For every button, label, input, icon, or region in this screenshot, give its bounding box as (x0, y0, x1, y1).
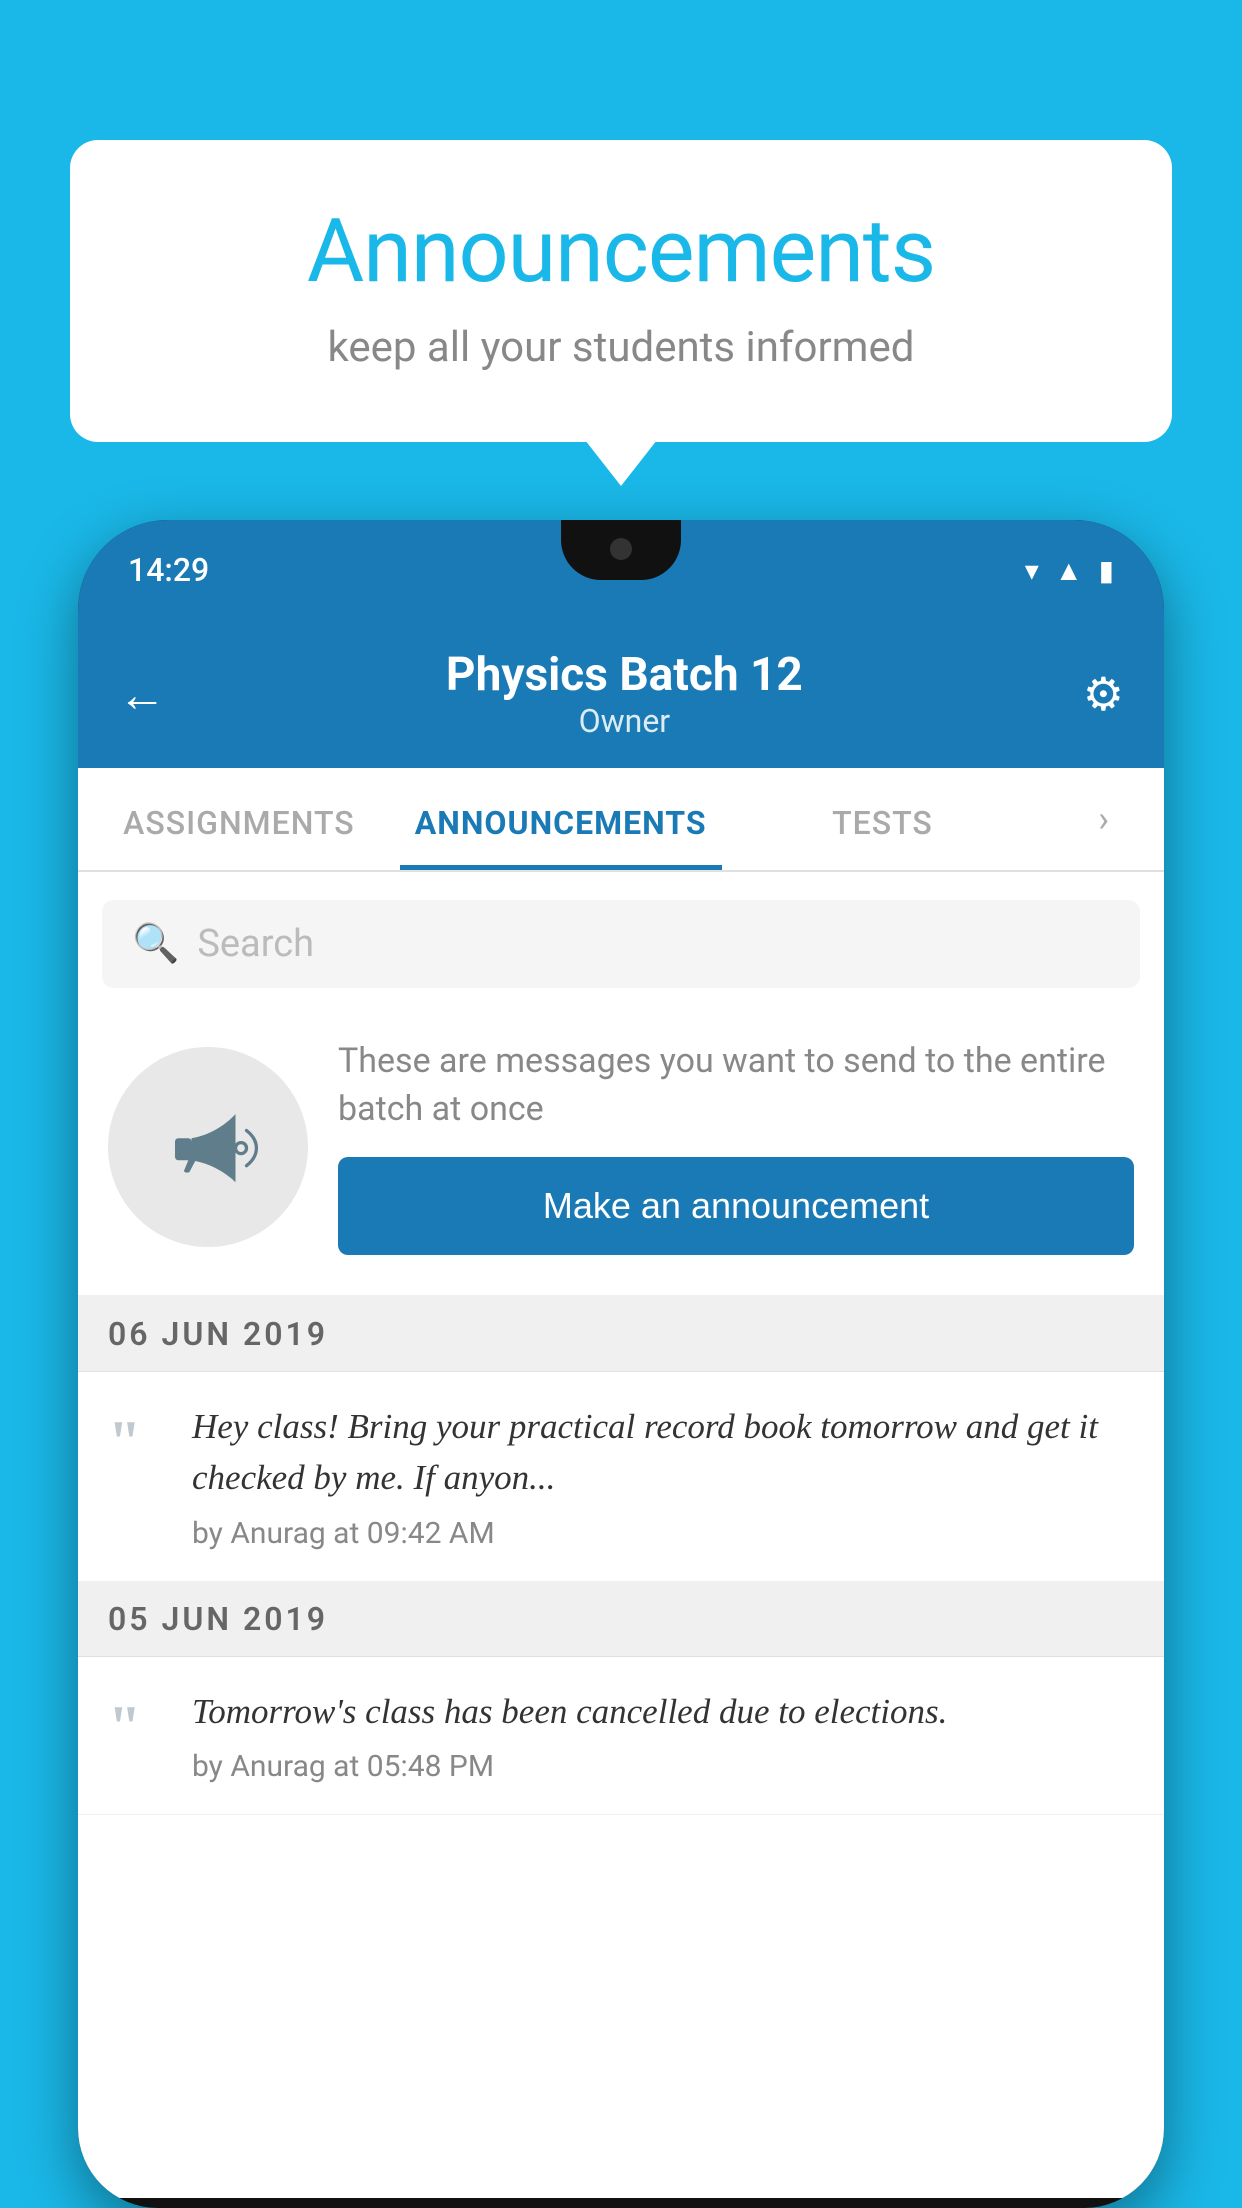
search-icon: 🔍 (132, 922, 179, 966)
speech-bubble-subtitle: keep all your students informed (150, 323, 1092, 372)
notch-camera (610, 538, 632, 560)
announcement-meta-2: by Anurag at 05:48 PM (192, 1749, 947, 1784)
announcement-icon-circle (108, 1047, 308, 1247)
make-announcement-button[interactable]: Make an announcement (338, 1157, 1134, 1255)
tab-more-icon[interactable]: › (1043, 768, 1164, 870)
signal-icon: ▲ (1055, 554, 1083, 587)
empty-state-right: These are messages you want to send to t… (338, 1038, 1134, 1255)
speech-bubble-title: Announcements (150, 200, 1092, 303)
date-separator-1: 06 JUN 2019 (78, 1297, 1164, 1372)
announcement-text-1: Hey class! Bring your practical record b… (192, 1402, 1134, 1504)
battery-icon: ▮ (1099, 554, 1114, 587)
status-icons: ▾ ▲ ▮ (1025, 554, 1114, 587)
announcement-text-2: Tomorrow's class has been cancelled due … (192, 1687, 947, 1738)
status-time: 14:29 (128, 551, 209, 589)
settings-icon[interactable]: ⚙ (1083, 667, 1124, 722)
status-bar: 14:29 ▾ ▲ ▮ (78, 520, 1164, 620)
content-area: 🔍 Search These are messages you want to … (78, 872, 1164, 2198)
empty-state-description: These are messages you want to send to t… (338, 1038, 1134, 1133)
tab-tests[interactable]: TESTS (722, 768, 1044, 870)
search-bar[interactable]: 🔍 Search (102, 900, 1140, 988)
wifi-icon: ▾ (1025, 554, 1039, 587)
date-separator-2: 05 JUN 2019 (78, 1582, 1164, 1657)
announcement-content-1: Hey class! Bring your practical record b… (192, 1402, 1134, 1551)
header-center: Physics Batch 12 Owner (166, 648, 1083, 740)
speech-bubble-section: Announcements keep all your students inf… (70, 140, 1172, 442)
app-header: ← Physics Batch 12 Owner ⚙ (78, 620, 1164, 768)
back-button[interactable]: ← (118, 666, 166, 723)
tab-assignments[interactable]: ASSIGNMENTS (78, 768, 400, 870)
phone-notch (561, 520, 681, 580)
batch-role: Owner (166, 702, 1083, 740)
announcement-item-1[interactable]: " Hey class! Bring your practical record… (78, 1372, 1164, 1582)
empty-state-section: These are messages you want to send to t… (78, 1008, 1164, 1297)
announcement-content-2: Tomorrow's class has been cancelled due … (192, 1687, 947, 1785)
announcement-item-2[interactable]: " Tomorrow's class has been cancelled du… (78, 1657, 1164, 1816)
speech-bubble-card: Announcements keep all your students inf… (70, 140, 1172, 442)
tab-announcements[interactable]: ANNOUNCEMENTS (400, 768, 722, 870)
phone-frame: 14:29 ▾ ▲ ▮ ← Physics Batch 12 Owner ⚙ A… (78, 520, 1164, 2208)
megaphone-svg-icon (153, 1092, 263, 1202)
tabs-bar: ASSIGNMENTS ANNOUNCEMENTS TESTS › (78, 768, 1164, 872)
search-placeholder: Search (197, 922, 314, 966)
quote-icon-2: " (108, 1697, 168, 1757)
batch-title: Physics Batch 12 (166, 648, 1083, 702)
announcement-meta-1: by Anurag at 09:42 AM (192, 1516, 1134, 1551)
quote-icon-1: " (108, 1412, 168, 1472)
